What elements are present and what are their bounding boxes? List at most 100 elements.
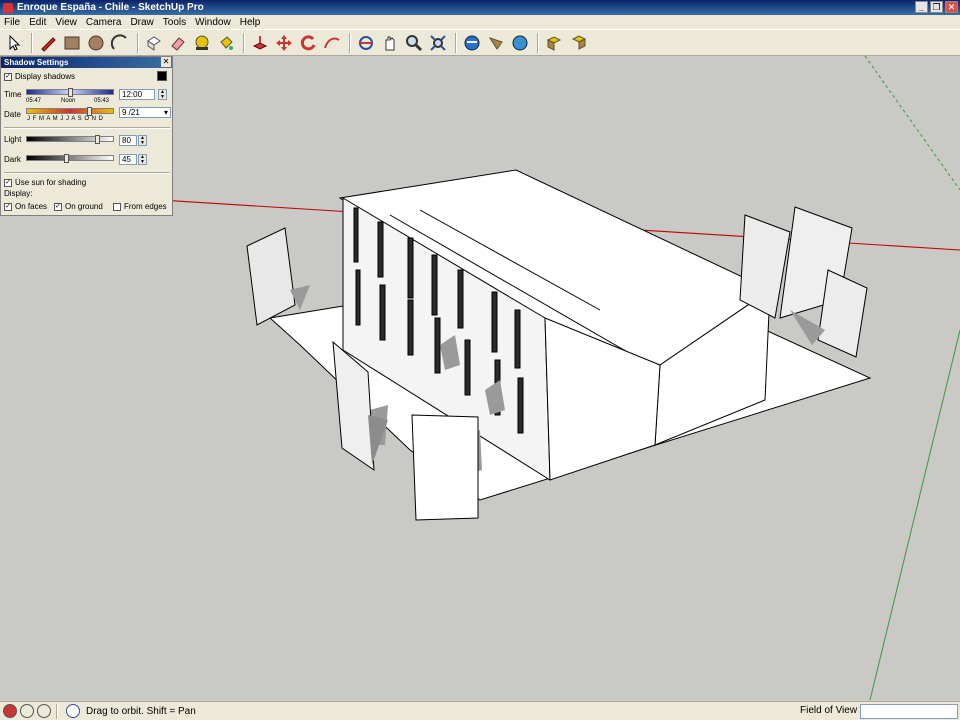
shadow-settings-title: Shadow Settings [4, 58, 69, 67]
share-model-icon[interactable] [485, 32, 507, 54]
from-edges-row: From edges [113, 202, 167, 211]
toolbar-separator [31, 32, 33, 53]
on-ground-checkbox[interactable]: ✓ [54, 202, 62, 211]
date-select[interactable]: 9 /21 ▾ [119, 107, 171, 118]
zoom-icon[interactable] [403, 32, 425, 54]
component-a-icon[interactable] [543, 32, 565, 54]
component-b-icon[interactable] [567, 32, 589, 54]
zoom-extents-icon[interactable] [427, 32, 449, 54]
eraser-icon[interactable] [167, 32, 189, 54]
dark-spinner[interactable]: ▲ ▼ [138, 154, 147, 165]
toolbar-separator [243, 32, 245, 53]
use-sun-row: ✓ Use sun for shading [4, 178, 86, 187]
chevron-down-icon: ▾ [163, 108, 168, 117]
menu-edit[interactable]: Edit [29, 17, 46, 28]
menu-bar: File Edit View Camera Draw Tools Window … [0, 15, 960, 29]
menu-view[interactable]: View [55, 17, 77, 28]
time-slider-thumb[interactable] [68, 88, 73, 97]
toolbar-separator [537, 32, 539, 53]
shadow-settings-title-bar: Shadow Settings ✕ [1, 57, 172, 68]
time-noon-label: Noon [61, 98, 76, 104]
light-input[interactable]: 80 [119, 135, 137, 146]
display-shadows-row: ✓ Display shadows [4, 72, 75, 81]
menu-tools[interactable]: Tools [163, 17, 186, 28]
light-slider-thumb[interactable] [95, 135, 100, 144]
light-spinner[interactable]: ▲ ▼ [138, 135, 147, 146]
toolbar-separator [455, 32, 457, 53]
menu-camera[interactable]: Camera [86, 17, 122, 28]
display-label: Display: [4, 189, 33, 198]
from-edges-label: From edges [124, 202, 167, 211]
menu-draw[interactable]: Draw [130, 17, 153, 28]
menu-window[interactable]: Window [195, 17, 231, 28]
menu-help[interactable]: Help [240, 17, 261, 28]
collapse-dialog-button[interactable] [157, 71, 167, 81]
time-label: Time [4, 90, 22, 99]
arc-icon[interactable] [109, 32, 131, 54]
toolbar-separator [349, 32, 351, 53]
on-faces-row: ✓ On faces [4, 202, 47, 211]
dialog-divider [4, 172, 170, 174]
display-shadows-checkbox[interactable]: ✓ [4, 72, 12, 81]
pencil-icon[interactable] [37, 32, 59, 54]
main-toolbar [0, 29, 960, 56]
paint-bucket-icon[interactable] [215, 32, 237, 54]
follow-me-icon[interactable] [321, 32, 343, 54]
rotate-icon[interactable] [297, 32, 319, 54]
earth-icon[interactable] [509, 32, 531, 54]
light-label: Light [4, 135, 22, 144]
month-labels: J F M A M J J A S O N D [27, 116, 104, 122]
time-input[interactable]: 12:00 [119, 89, 155, 100]
dark-slider[interactable] [26, 155, 114, 161]
date-value: 9 /21 [122, 108, 140, 117]
help-icon[interactable] [66, 704, 80, 718]
close-icon[interactable]: ✕ [161, 57, 171, 67]
vcb-label: Field of View [800, 705, 858, 716]
status-bar: Drag to orbit. Shift = Pan Field of View [0, 701, 960, 720]
minimize-button[interactable]: _ [915, 1, 928, 13]
time-end-label: 05:43 [94, 98, 110, 104]
green-axis-dashed [864, 56, 960, 191]
window-title: Enroque España - Chile - SketchUp Pro [17, 2, 204, 13]
circle-icon[interactable] [85, 32, 107, 54]
light-slider[interactable] [26, 136, 114, 142]
measurements-input[interactable] [860, 704, 958, 719]
push-pull-icon[interactable] [249, 32, 271, 54]
date-slider[interactable] [26, 108, 114, 114]
move-icon[interactable] [273, 32, 295, 54]
time-spinner[interactable]: ▲ ▼ [158, 89, 167, 100]
orbit-icon[interactable] [355, 32, 377, 54]
rectangle-icon[interactable] [61, 32, 83, 54]
dark-input[interactable]: 45 [119, 154, 137, 165]
on-ground-row: ✓ On ground [54, 202, 103, 211]
use-sun-checkbox[interactable]: ✓ [4, 178, 12, 187]
restore-button[interactable]: ❐ [930, 1, 943, 13]
display-shadows-label: Display shadows [15, 72, 76, 81]
select-icon[interactable] [3, 32, 25, 54]
make-component-icon[interactable] [143, 32, 165, 54]
status-hint: Drag to orbit. Shift = Pan [86, 705, 196, 717]
title-bar: Enroque España - Chile - SketchUp Pro _ … [0, 0, 960, 15]
date-label: Date [4, 110, 21, 119]
pan-icon[interactable] [379, 32, 401, 54]
close-button[interactable]: ✕ [945, 1, 958, 13]
time-start-label: 05:47 [26, 98, 42, 104]
shadow-settings-dialog: Shadow Settings ✕ ✓ Display shadows Time… [0, 56, 173, 216]
dialog-divider [4, 127, 170, 129]
date-slider-thumb[interactable] [87, 107, 92, 116]
credits-icon[interactable] [20, 704, 34, 718]
tape-measure-icon[interactable] [191, 32, 213, 54]
green-axis [869, 329, 960, 701]
on-ground-label: On ground [65, 202, 103, 211]
get-models-icon[interactable] [461, 32, 483, 54]
dark-slider-thumb[interactable] [64, 154, 69, 163]
on-faces-checkbox[interactable]: ✓ [4, 202, 12, 211]
geo-location-icon[interactable] [3, 704, 17, 718]
panel-front [411, 414, 479, 521]
user-icon[interactable] [37, 704, 51, 718]
sketchup-app-icon [3, 2, 13, 13]
menu-file[interactable]: File [4, 17, 20, 28]
panel-left [246, 227, 296, 326]
from-edges-checkbox[interactable] [113, 202, 121, 211]
use-sun-label: Use sun for shading [15, 178, 87, 187]
